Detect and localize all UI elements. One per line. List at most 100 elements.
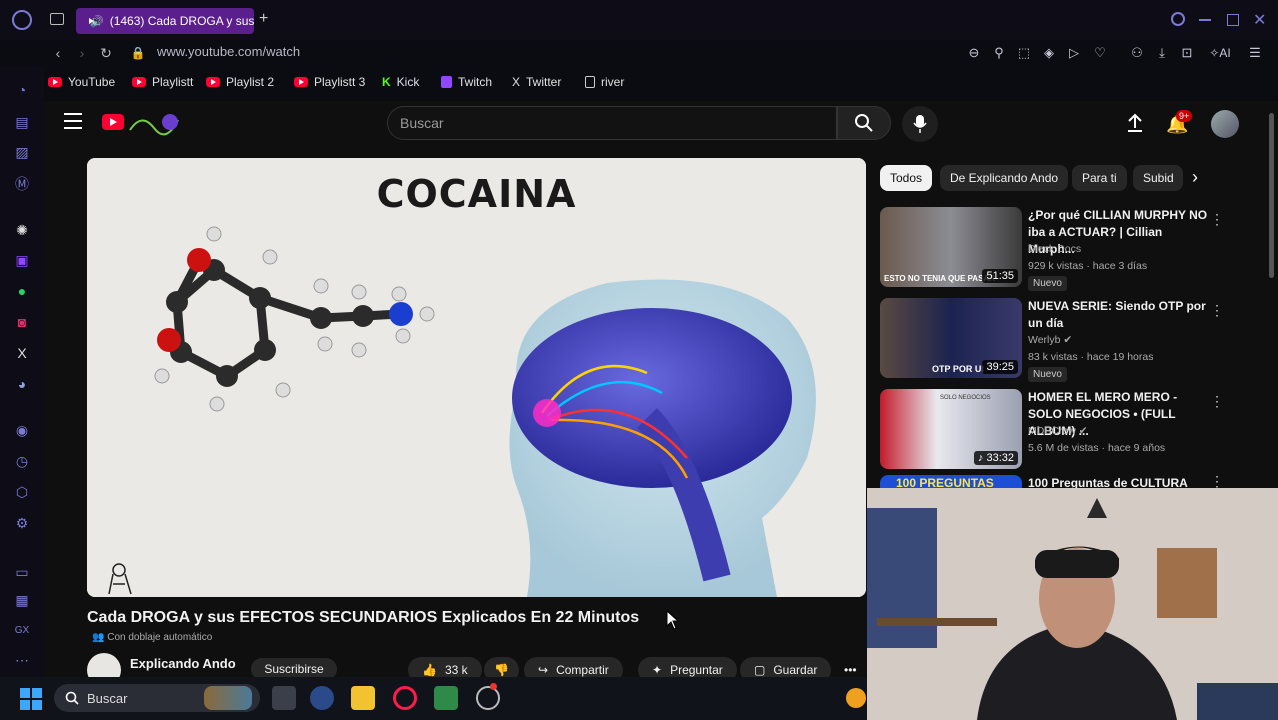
player-icon[interactable]: ◉	[12, 420, 32, 440]
snapshot-icon[interactable]: ⬚	[1015, 44, 1033, 62]
bookmark-kick[interactable]: K Kick	[382, 75, 419, 89]
sparkle-icon: ✦	[652, 663, 663, 677]
subscribe-button[interactable]: Suscribirse	[251, 658, 337, 677]
close-icon[interactable]: ✕	[1253, 10, 1266, 30]
kebab-menu-icon[interactable]: ⋮	[1210, 393, 1224, 410]
upload-icon[interactable]	[1126, 113, 1144, 133]
chevron-right-icon[interactable]: ›	[1192, 167, 1198, 188]
suggestion-channel[interactable]: Werlyb ✔	[1028, 334, 1072, 346]
weather-icon[interactable]	[846, 688, 866, 708]
tab-active[interactable]: 🔊 (1463) Cada DROGA y sus	[76, 8, 254, 34]
bookmark-river[interactable]: river	[585, 75, 624, 89]
whatsapp-icon[interactable]: ●	[12, 281, 32, 301]
channel-avatar[interactable]	[87, 653, 121, 677]
ask-button[interactable]: ✦ Preguntar	[638, 657, 737, 677]
maximize-icon[interactable]	[1227, 14, 1239, 26]
suggestion-channel[interactable]: MDBCrew ✔	[1028, 425, 1088, 437]
lock-icon[interactable]: 🔒	[128, 43, 148, 63]
pinboard-icon[interactable]: ▨	[12, 142, 32, 162]
save-button[interactable]: ▢ Guardar	[740, 657, 832, 677]
download-icon[interactable]: ⤓	[1153, 44, 1171, 62]
opera-logo-icon[interactable]	[12, 10, 32, 30]
video-player[interactable]: COCAINA	[87, 158, 866, 597]
app-icon[interactable]	[434, 686, 458, 710]
x-icon[interactable]: X	[12, 343, 32, 363]
taskbar-search-input[interactable]: Buscar	[54, 684, 260, 712]
search-tabs-icon[interactable]	[1171, 12, 1185, 26]
file-explorer-icon[interactable]	[351, 686, 375, 710]
settings-icon[interactable]: ⚙	[12, 513, 32, 533]
pin-icon[interactable]: ⚲	[990, 44, 1008, 62]
tab-snap-icon[interactable]	[50, 13, 64, 25]
profile-icon[interactable]: ⚇	[1128, 44, 1146, 62]
suggestion-channel[interactable]: Dieck Docs	[1028, 243, 1081, 255]
discord-icon[interactable]: ◕	[12, 374, 32, 394]
minimize-icon[interactable]	[1199, 19, 1211, 21]
bookmark-youtube[interactable]: YouTube	[48, 75, 115, 89]
scrollbar-thumb[interactable]	[1269, 113, 1274, 278]
chip-subidos[interactable]: Subid	[1133, 165, 1183, 191]
history-icon[interactable]: ◷	[12, 451, 32, 471]
more-actions-button[interactable]: •••	[836, 657, 865, 677]
voice-search-button[interactable]	[902, 106, 938, 142]
avatar[interactable]	[1211, 110, 1239, 138]
back-icon[interactable]: ‹	[48, 43, 68, 63]
forward-icon[interactable]: ›	[72, 43, 92, 63]
chatgpt-icon[interactable]: ✺	[12, 220, 32, 240]
channel-name[interactable]: Explicando Ando	[130, 656, 236, 671]
dislike-button[interactable]: 👎	[484, 657, 519, 677]
instagram-icon[interactable]: ◙	[12, 312, 32, 332]
workspace-icon[interactable]: ▤	[12, 112, 32, 132]
extensions-icon[interactable]: ⬡	[12, 482, 32, 502]
like-button[interactable]: 👍 33 k	[408, 657, 482, 677]
video-thumbnail[interactable]: OTP POR UI 39:25	[880, 298, 1022, 378]
list-item[interactable]: SOLO NEGOCIOS ♪ 33:32 HOMER EL MERO MERO…	[880, 389, 1224, 471]
chip-channel[interactable]: De Explicando Ando	[940, 165, 1069, 191]
reload-icon[interactable]: ↻	[96, 43, 116, 63]
video-overlay-title: COCAINA	[376, 172, 577, 216]
messenger-icon[interactable]: Ⓜ	[12, 174, 32, 194]
url-field[interactable]: www.youtube.com/watch	[157, 44, 300, 59]
bookmark-playlist-2[interactable]: Playlist 2	[206, 75, 274, 89]
chrome-app-icon[interactable]	[476, 686, 500, 710]
suggestion-title[interactable]: NUEVA SERIE: Siendo OTP por un día	[1028, 298, 1208, 332]
vpn-icon[interactable]: ⊡	[1178, 44, 1196, 62]
chip-para-ti[interactable]: Para ti	[1072, 165, 1127, 191]
zoom-icon[interactable]: ⊖	[965, 44, 983, 62]
heart-icon[interactable]: ♡	[1091, 44, 1109, 62]
video-thumbnail[interactable]: ESTO NO TENIA QUE PASAR 51:35	[880, 207, 1022, 287]
cpu-icon[interactable]: ▦	[12, 590, 32, 610]
twitch-icon[interactable]: ▣	[12, 250, 32, 270]
bookmark-twitch[interactable]: Twitch	[441, 75, 492, 89]
easy-setup-icon[interactable]: ☰	[1246, 44, 1264, 62]
share-button[interactable]: ↪ Compartir	[524, 657, 623, 677]
ai-button[interactable]: ✧ AI	[1204, 44, 1236, 62]
new-tab-button[interactable]: +	[259, 10, 268, 28]
search-button[interactable]	[837, 106, 891, 140]
duration-badge: ♪ 33:32	[973, 451, 1018, 465]
send-icon[interactable]: ▷	[1065, 44, 1083, 62]
list-item[interactable]: ESTO NO TENIA QUE PASAR 51:35 ¿Por qué C…	[880, 207, 1224, 291]
gx-icon[interactable]: GX	[12, 620, 32, 640]
search-input[interactable]: Buscar	[387, 106, 837, 140]
settings-app-icon[interactable]	[310, 686, 334, 710]
bookmark-twitter[interactable]: X Twitter	[512, 75, 561, 89]
verified-icon: ✔	[1078, 425, 1088, 437]
more-icon[interactable]: ⋯	[12, 650, 32, 670]
bookmark-playlistt[interactable]: Playlistt	[132, 75, 193, 89]
video-thumbnail[interactable]: SOLO NEGOCIOS ♪ 33:32	[880, 389, 1022, 469]
pocket-icon[interactable]: ◈	[1040, 44, 1058, 62]
opera-gx-icon[interactable]	[393, 686, 417, 710]
task-view-icon[interactable]	[272, 686, 296, 710]
list-item[interactable]: OTP POR UI 39:25 NUEVA SERIE: Siendo OTP…	[880, 298, 1224, 382]
kebab-menu-icon[interactable]: ⋮	[1210, 302, 1224, 319]
youtube-logo-icon[interactable]	[102, 114, 124, 130]
bookmark-playlistt-3[interactable]: Playlistt 3	[294, 75, 365, 89]
hamburger-menu-icon[interactable]	[64, 113, 82, 129]
chip-todos[interactable]: Todos	[880, 165, 933, 191]
windows-start-icon[interactable]	[20, 688, 42, 710]
address-bar: ‹ › ↻ 🔒 www.youtube.com/watch ⊖ ⚲ ⬚ ◈ ▷ …	[44, 40, 1278, 66]
aria-icon[interactable]: ◔	[12, 80, 32, 100]
battery-icon[interactable]: ▭	[12, 562, 32, 582]
kebab-menu-icon[interactable]: ⋮	[1210, 211, 1224, 228]
